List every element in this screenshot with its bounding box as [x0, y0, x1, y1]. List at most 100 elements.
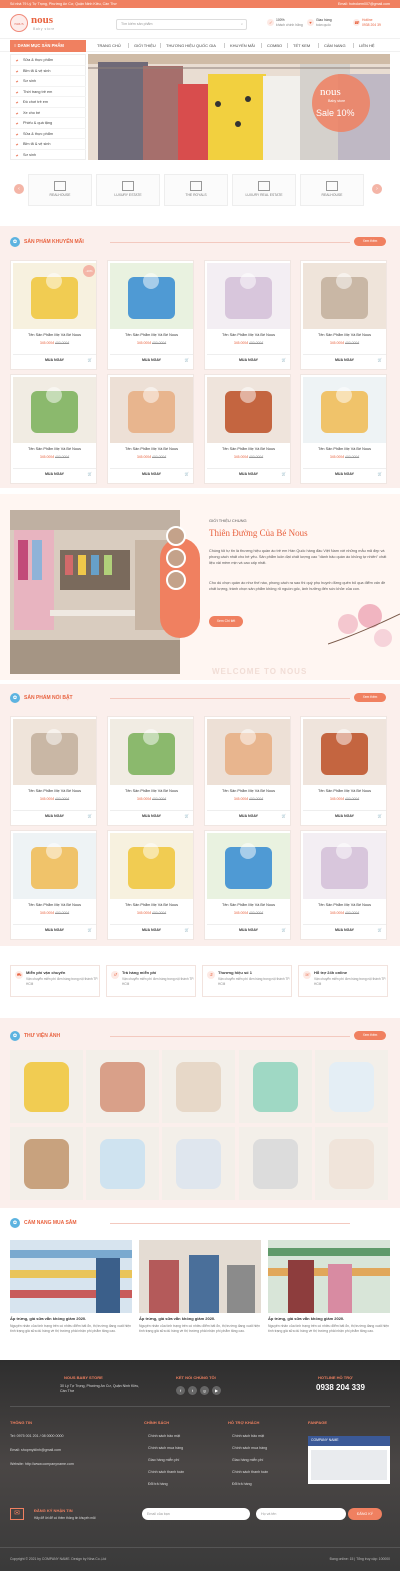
post-title[interactable]: Ấp trứng, giá sữa vẫn không giảm 2020.: [10, 1316, 86, 1321]
product-image[interactable]: [303, 719, 386, 785]
header-info-hotline[interactable]: ☎ Hotline 0938 204 39: [353, 18, 381, 28]
gallery-image[interactable]: [162, 1050, 235, 1123]
buy-now-button[interactable]: MUA NGAY 🛒: [303, 468, 386, 478]
sidebar-item[interactable]: ✦ Sữa & thực phẩm: [11, 56, 86, 66]
product-image[interactable]: [110, 719, 193, 785]
product-image[interactable]: [303, 377, 386, 443]
product-name[interactable]: Tên Sản Phẩm Mẹ Và Bé Nous: [110, 447, 193, 451]
view-more-button[interactable]: Xem thêm: [354, 237, 386, 246]
sidebar-item[interactable]: ✦ Bỉm tã & vệ sinh: [11, 67, 86, 76]
product-name[interactable]: Tên Sản Phẩm Mẹ Và Bé Nous: [13, 903, 96, 907]
product-card[interactable]: -10% Tên Sản Phẩm Mẹ Và Bé Nous 345.000đ 4…: [10, 260, 97, 370]
footer-policy-link[interactable]: Chính sách mua hàng: [148, 1446, 183, 1450]
product-card[interactable]: Tên Sản Phẩm Mẹ Và Bé Nous 345.000đ 400.0…: [300, 260, 387, 370]
product-image[interactable]: [303, 263, 386, 329]
nav-contact[interactable]: LIÊN HỆ: [359, 40, 375, 52]
product-card[interactable]: Tên Sản Phẩm Mẹ Và Bé Nous 345.000đ 400.0…: [10, 374, 97, 484]
product-name[interactable]: Tên Sản Phẩm Mẹ Và Bé Nous: [110, 903, 193, 907]
product-name[interactable]: Tên Sản Phẩm Mẹ Và Bé Nous: [303, 447, 386, 451]
buy-now-button[interactable]: MUA NGAY 🛒: [303, 924, 386, 934]
buy-now-button[interactable]: MUA NGAY 🛒: [110, 468, 193, 478]
gallery-image[interactable]: [315, 1050, 388, 1123]
product-name[interactable]: Tên Sản Phẩm Mẹ Và Bé Nous: [110, 789, 193, 793]
category-menu-button[interactable]: ≡ DANH MỤC SẢN PHẨM: [10, 40, 86, 52]
post-thumbnail[interactable]: [268, 1240, 390, 1313]
product-card[interactable]: Tên Sản Phẩm Mẹ Và Bé Nous 345.000đ 400.0…: [204, 830, 291, 940]
product-image[interactable]: [207, 719, 290, 785]
product-image[interactable]: [303, 833, 386, 899]
next-arrow-icon[interactable]: ›: [372, 184, 382, 194]
gallery-image[interactable]: [315, 1127, 388, 1200]
buy-now-button[interactable]: MUA NGAY 🛒: [303, 810, 386, 820]
nav-brands[interactable]: THƯƠNG HIỆU QUỐC GIA: [166, 40, 216, 52]
footer-support-link[interactable]: Đổi trả hàng: [232, 1482, 252, 1486]
footer-email[interactable]: Email: shopmyklinh@gmail.com: [10, 1448, 61, 1452]
product-card[interactable]: Tên Sản Phẩm Mẹ Và Bé Nous 345.000đ 400.0…: [204, 260, 291, 370]
product-name[interactable]: Tên Sản Phẩm Mẹ Và Bé Nous: [207, 903, 290, 907]
twitter-icon[interactable]: t: [188, 1386, 197, 1395]
product-card[interactable]: Tên Sản Phẩm Mẹ Và Bé Nous 345.000đ 400.0…: [300, 716, 387, 826]
product-image[interactable]: [13, 719, 96, 785]
gallery-image[interactable]: [10, 1050, 83, 1123]
footer-support-link[interactable]: Chính sách mua hàng: [232, 1446, 267, 1450]
footer-policy-link[interactable]: Giao hàng miễn phí: [148, 1458, 179, 1462]
search-input[interactable]: Tìm kiếm sản phẩm ⌕: [116, 19, 247, 30]
partner-logo[interactable]: REALHOUSE: [28, 174, 92, 206]
footer-hotline[interactable]: 0938 204 339: [316, 1383, 365, 1392]
sidebar-item[interactable]: ✦ Sữa & thực phẩm: [11, 130, 86, 139]
footer-policy-link[interactable]: Chính sách bảo mật: [148, 1434, 180, 1438]
product-card[interactable]: Tên Sản Phẩm Mẹ Và Bé Nous 345.000đ 400.0…: [107, 260, 194, 370]
newsletter-email-input[interactable]: Email của bạn: [142, 1508, 250, 1520]
view-more-button[interactable]: Xem thêm: [354, 1031, 386, 1040]
product-image[interactable]: [13, 377, 96, 443]
product-image[interactable]: [13, 833, 96, 899]
search-icon[interactable]: ⌕: [241, 20, 243, 29]
post-title[interactable]: Ấp trứng, giá sữa vẫn không giảm 2020.: [268, 1316, 344, 1321]
partner-logo[interactable]: THE ROYALS: [164, 174, 228, 206]
post-thumbnail[interactable]: [10, 1240, 132, 1313]
sidebar-item[interactable]: ✦ Thời trang trẻ em: [11, 88, 86, 97]
handbook-post[interactable]: Ấp trứng, giá sữa vẫn không giảm 2020. N…: [10, 1240, 132, 1352]
product-card[interactable]: Tên Sản Phẩm Mẹ Và Bé Nous 345.000đ 400.0…: [107, 830, 194, 940]
product-image[interactable]: [110, 263, 193, 329]
footer-policy-link[interactable]: Chính sách thanh toán: [148, 1470, 184, 1474]
post-thumbnail[interactable]: [139, 1240, 261, 1313]
product-name[interactable]: Tên Sản Phẩm Mẹ Và Bé Nous: [207, 447, 290, 451]
about-detail-button[interactable]: Xem Chi tiết: [209, 616, 243, 627]
sidebar-item[interactable]: ✦ Xe cho bé: [11, 109, 86, 118]
gallery-image[interactable]: [239, 1127, 312, 1200]
product-name[interactable]: Tên Sản Phẩm Mẹ Và Bé Nous: [13, 789, 96, 793]
gallery-image[interactable]: [10, 1127, 83, 1200]
product-card[interactable]: Tên Sản Phẩm Mẹ Và Bé Nous 345.000đ 400.0…: [204, 374, 291, 484]
gallery-image[interactable]: [162, 1127, 235, 1200]
nav-home[interactable]: TRANG CHỦ: [97, 40, 121, 52]
nav-about[interactable]: GIỚI THIỆU: [134, 40, 156, 52]
product-image[interactable]: [207, 833, 290, 899]
footer-policy-link[interactable]: Đổi trả hàng: [148, 1482, 168, 1486]
footer-support-link[interactable]: Chính sách bảo mật: [232, 1434, 264, 1438]
gallery-image[interactable]: [86, 1050, 159, 1123]
newsletter-name-input[interactable]: Họ và tên: [256, 1508, 346, 1520]
buy-now-button[interactable]: MUA NGAY 🛒: [110, 924, 193, 934]
partner-logo[interactable]: LUXURY ESTATE: [96, 174, 160, 206]
gallery-image[interactable]: [86, 1127, 159, 1200]
product-image[interactable]: [207, 377, 290, 443]
youtube-icon[interactable]: ▶: [212, 1386, 221, 1395]
buy-now-button[interactable]: MUA NGAY 🛒: [110, 354, 193, 364]
top-email[interactable]: Email: hotrokem007@gmail.com: [338, 0, 390, 8]
product-image[interactable]: [110, 377, 193, 443]
buy-now-button[interactable]: MUA NGAY 🛒: [207, 810, 290, 820]
google-plus-icon[interactable]: g: [200, 1386, 209, 1395]
product-name[interactable]: Tên Sản Phẩm Mẹ Và Bé Nous: [207, 789, 290, 793]
product-name[interactable]: Tên Sản Phẩm Mẹ Và Bé Nous: [207, 333, 290, 337]
product-name[interactable]: Tên Sản Phẩm Mẹ Và Bé Nous: [13, 333, 96, 337]
product-name[interactable]: Tên Sản Phẩm Mẹ Và Bé Nous: [13, 447, 96, 451]
facebook-icon[interactable]: f: [176, 1386, 185, 1395]
handbook-post[interactable]: Ấp trứng, giá sữa vẫn không giảm 2020. N…: [139, 1240, 261, 1352]
nav-combo[interactable]: COMBO: [267, 40, 282, 52]
buy-now-button[interactable]: MUA NGAY 🛒: [13, 468, 96, 478]
hero-banner[interactable]: nous Baby store Sale 10%: [88, 54, 390, 160]
product-card[interactable]: Tên Sản Phẩm Mẹ Và Bé Nous 345.000đ 400.0…: [204, 716, 291, 826]
view-more-button[interactable]: Xem thêm: [354, 693, 386, 702]
product-name[interactable]: Tên Sản Phẩm Mẹ Và Bé Nous: [110, 333, 193, 337]
